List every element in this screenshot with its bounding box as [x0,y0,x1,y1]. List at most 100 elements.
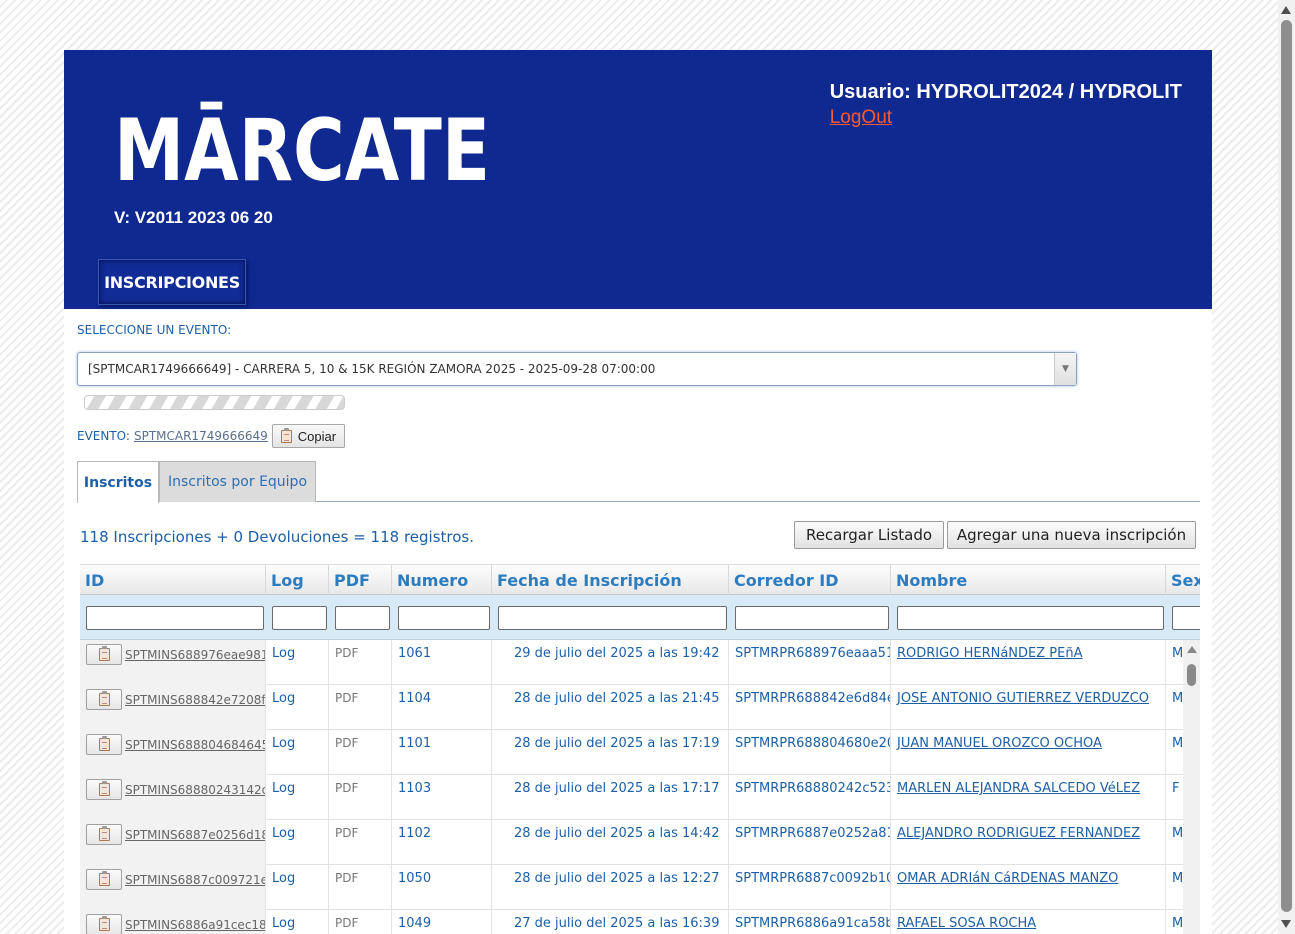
filter-input-numero[interactable] [398,605,490,630]
row-copy-button[interactable] [86,689,122,710]
table-row[interactable]: SPTMINS6886a91cec188 Log PDF 1049 27 de … [80,910,1200,934]
row-copy-button[interactable] [86,734,122,755]
add-inscription-button[interactable]: Agregar una nueva inscripción [947,521,1196,549]
pdf-link[interactable]: PDF [335,736,358,750]
reload-list-button[interactable]: Recargar Listado [794,521,944,549]
logo-wordmark: MĀRCATE [114,101,490,186]
log-link[interactable]: Log [272,916,295,931]
runner-name-link[interactable]: MARLEN ALEJANDRA SALCEDO VéLEZ [897,781,1140,796]
log-link[interactable]: Log [272,646,295,661]
column-header-corredor-id[interactable]: Corredor ID [729,565,891,596]
user-box: Usuario: HYDROLIT2024 / HYDROLIT LogOut [830,81,1182,129]
user-label: Usuario: HYDROLIT2024 / HYDROLIT [829,81,1182,103]
filter-input-log[interactable] [272,605,327,630]
filter-input-fecha[interactable] [498,605,727,630]
filter-input-nombre[interactable] [897,605,1164,630]
cell-log: Log [266,910,329,934]
column-header-pdf[interactable]: PDF [329,565,392,596]
cell-id: SPTMINS68880243142d6 [80,775,266,820]
log-link[interactable]: Log [272,691,295,706]
table-row[interactable]: SPTMINS688842e7208f8 Log PDF 1104 28 de … [80,685,1200,730]
filter-cell-id [80,595,266,640]
row-copy-button[interactable] [86,644,122,665]
runner-name-link[interactable]: RODRIGO HERNáNDEZ PEñA [897,646,1082,661]
clipboard-icon [98,736,110,751]
cell-log: Log [266,640,329,685]
filter-input-sexo[interactable] [1172,605,1200,630]
evento-line: EVENTO: SPTMCAR1749666649 Copiar [77,424,346,448]
runner-name-link[interactable]: OMAR ADRIáN CáRDENAS MANZO [897,871,1118,886]
runner-name-link[interactable]: JUAN MANUEL OROZCO OCHOA [897,736,1102,751]
scroll-up-arrow-icon[interactable] [1281,6,1291,14]
log-link[interactable]: Log [272,871,295,886]
inscription-id-link[interactable]: SPTMINS6886a91cec188 [125,914,265,932]
cell-log: Log [266,685,329,730]
cell-numero: 1049 [392,910,492,934]
cell-corredor-id: SPTMRPR688804680e202 [729,730,891,775]
cell-log: Log [266,865,329,910]
table-row[interactable]: SPTMINS68880243142d6 Log PDF 1103 28 de … [80,775,1200,820]
cell-pdf: PDF [329,730,392,775]
inscription-id-link[interactable]: SPTMINS688842e7208f8 [125,689,265,707]
filter-input-corredor-id[interactable] [735,605,889,630]
log-link[interactable]: Log [272,736,295,751]
cell-log: Log [266,730,329,775]
grid-scrollbar-thumb[interactable] [1187,664,1196,686]
cell-id: SPTMINS6887e0256d189 [80,820,266,865]
column-header-numero[interactable]: Numero [392,565,492,596]
inscription-id-link[interactable]: SPTMINS6887c009721e6 [125,869,265,887]
column-header-sexo[interactable]: Sex [1166,565,1200,596]
table-row[interactable]: SPTMINS688976eae981a Log PDF 1061 29 de … [80,640,1200,685]
inscription-id-link[interactable]: SPTMINS688976eae981a [125,644,265,662]
table-row[interactable]: SPTMINS6887e0256d189 Log PDF 1102 28 de … [80,820,1200,865]
evento-id-link[interactable]: SPTMCAR1749666649 [134,429,268,443]
filter-input-pdf[interactable] [335,605,390,630]
row-copy-button[interactable] [86,824,122,845]
row-copy-button[interactable] [86,914,122,934]
row-copy-button[interactable] [86,869,122,890]
cell-numero: 1104 [392,685,492,730]
event-select[interactable]: [SPTMCAR1749666649] - CARRERA 5, 10 & 15… [77,352,1077,386]
cell-id: SPTMINS6887c009721e6 [80,865,266,910]
page-scrollbar-thumb[interactable] [1281,20,1292,912]
cell-fecha: 28 de julio del 2025 a las 12:27 [492,865,729,910]
inscription-id-link[interactable]: SPTMINS6888046846452 [125,734,265,752]
table-row[interactable]: SPTMINS6887c009721e6 Log PDF 1050 28 de … [80,865,1200,910]
tab-inscritos-por-equipo[interactable]: Inscritos por Equipo [159,461,316,502]
column-header-fecha[interactable]: Fecha de Inscripción [492,565,729,596]
loading-progress-bar [84,395,345,410]
copy-button[interactable]: Copiar [271,424,346,448]
runner-name-link[interactable]: RAFAEL SOSA ROCHA [897,916,1036,931]
log-link[interactable]: Log [272,781,295,796]
pdf-link[interactable]: PDF [335,826,358,840]
grid-scrollbar[interactable] [1183,640,1200,934]
nav-inscripciones-button[interactable]: INSCRIPCIONES [98,259,246,305]
filter-input-id[interactable] [86,605,264,630]
pdf-link[interactable]: PDF [335,781,358,795]
tab-inscritos[interactable]: Inscritos [77,461,159,503]
cell-pdf: PDF [329,775,392,820]
pdf-link[interactable]: PDF [335,916,358,930]
inscription-id-link[interactable]: SPTMINS6887e0256d189 [125,824,265,842]
column-header-log[interactable]: Log [266,565,329,596]
runner-name-link[interactable]: JOSE ANTONIO GUTIERREZ VERDUZCO [897,691,1149,706]
pdf-link[interactable]: PDF [335,646,358,660]
inscription-id-link[interactable]: SPTMINS68880243142d6 [125,779,265,797]
column-header-nombre[interactable]: Nombre [891,565,1166,596]
pdf-link[interactable]: PDF [335,871,358,885]
cell-nombre: ALEJANDRO RODRIGUEZ FERNANDEZ [891,820,1166,865]
logout-link[interactable]: LogOut [830,107,1182,129]
column-header-id[interactable]: ID [80,565,266,596]
runner-name-link[interactable]: ALEJANDRO RODRIGUEZ FERNANDEZ [897,826,1140,841]
pdf-link[interactable]: PDF [335,691,358,705]
scroll-down-arrow-icon[interactable] [1281,920,1291,928]
row-copy-button[interactable] [86,779,122,800]
clipboard-icon [98,916,110,931]
cell-id: SPTMINS6886a91cec188 [80,910,266,934]
cell-id: SPTMINS688976eae981a [80,640,266,685]
table-row[interactable]: SPTMINS6888046846452 Log PDF 1101 28 de … [80,730,1200,775]
scroll-up-arrow-icon[interactable] [1187,646,1197,653]
log-link[interactable]: Log [272,826,295,841]
page-scrollbar[interactable] [1278,0,1295,934]
chevron-down-icon[interactable]: ▼ [1054,353,1076,385]
